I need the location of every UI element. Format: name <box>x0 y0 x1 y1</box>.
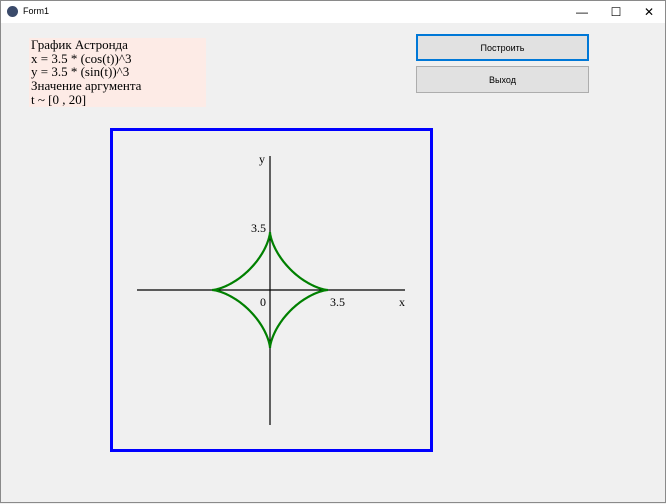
x-tick-label: 3.5 <box>330 295 345 309</box>
origin-label: 0 <box>260 295 266 309</box>
y-axis-label: y <box>259 152 265 166</box>
y-tick-label: 3.5 <box>251 221 266 235</box>
plot-canvas: x y 0 3.5 3.5 <box>137 152 405 425</box>
form-window: Form1 — ☐ ✕ График Астронда x = 3.5 * (c… <box>0 0 666 503</box>
x-axis-label: x <box>399 295 405 309</box>
